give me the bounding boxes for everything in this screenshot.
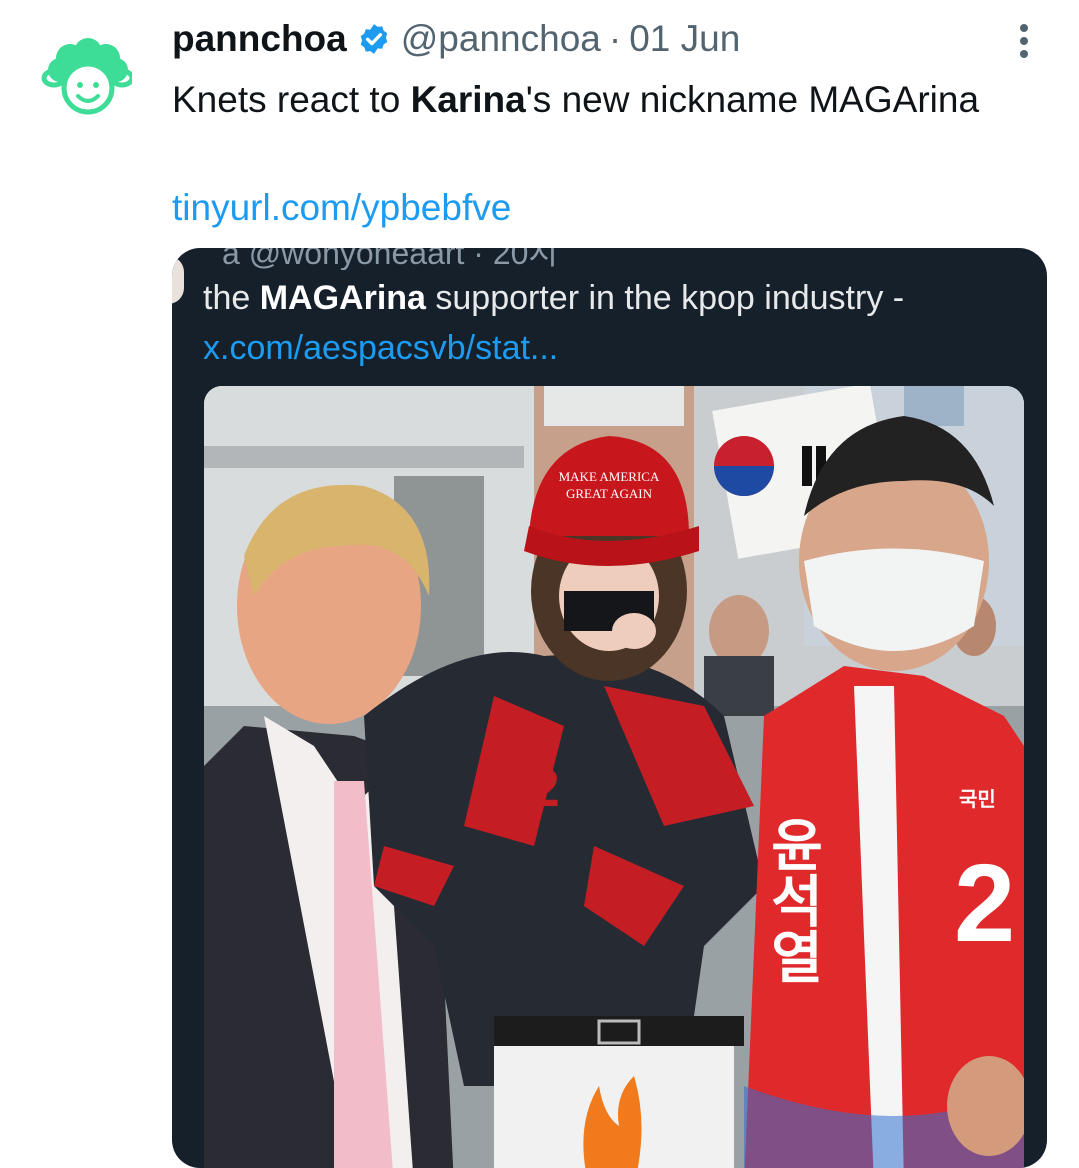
tweet-link[interactable]: tinyurl.com/ypbebfve	[172, 180, 511, 235]
quoted-tweet-card[interactable]: a @wonyoneaart · 20시 the MAGArina suppor…	[172, 248, 1047, 1168]
candidate-number: 2	[954, 842, 1015, 965]
quoted-header-text: a @wonyoneaart · 20시	[222, 248, 558, 270]
tweet-header: pannchoa @pannchoa · 01 Jun	[172, 14, 740, 64]
sheep-mascot-avatar[interactable]	[40, 38, 132, 118]
candidate-sash-text: 윤석열	[760, 816, 825, 984]
quoted-media-image[interactable]: 2 MAKE AMERICA GREAT AGAIN 윤석열 국민 2	[204, 386, 1024, 1168]
author-handle[interactable]: @pannchoa	[401, 18, 601, 60]
author-name[interactable]: pannchoa	[172, 18, 347, 60]
more-options-icon[interactable]	[1013, 24, 1035, 64]
quoted-text-before: the	[203, 279, 260, 317]
tweet-date[interactable]: 01 Jun	[629, 18, 740, 60]
hat-text-line2: GREAT AGAIN	[566, 486, 653, 501]
verified-badge-icon	[360, 24, 388, 54]
quoted-text-bold: MAGArina	[259, 279, 426, 317]
jacket-number: 2	[532, 757, 560, 819]
separator-dot: ·	[608, 18, 622, 59]
quoted-text: the MAGArina supporter in the kpop indus…	[203, 274, 904, 322]
hat-text-line1: MAKE AMERICA	[559, 469, 660, 484]
quoted-link[interactable]: x.com/aespacsvb/stat...	[203, 324, 558, 372]
tweet-text-bold: Karina	[410, 79, 526, 120]
quoted-text-after: supporter in the kpop industry -	[425, 279, 905, 317]
tweet-text: Knets react to Karina's new nickname MAG…	[172, 72, 1032, 127]
party-badge-text: 국민	[959, 787, 996, 811]
tweet-text-part1: Knets react to	[172, 79, 411, 120]
quoted-header-clipped: a @wonyoneaart · 20시	[172, 248, 1047, 270]
tweet-text-part2: 's new nickname MAGArina	[525, 79, 980, 120]
